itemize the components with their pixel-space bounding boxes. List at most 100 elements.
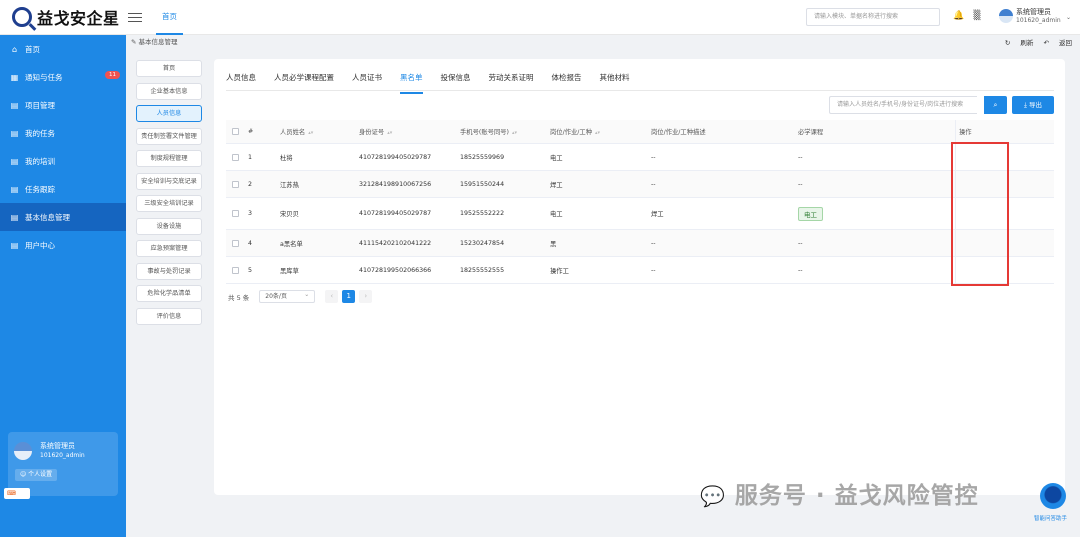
- tab-certificates[interactable]: 人员证书: [352, 69, 390, 90]
- tab-medical-report[interactable]: 体检报告: [552, 69, 590, 90]
- next-page-button[interactable]: ›: [359, 290, 373, 303]
- sidebar-item-basic-info[interactable]: ▤ 基本信息管理: [0, 203, 126, 231]
- export-label: 导出: [1028, 101, 1042, 109]
- subnav-equipment[interactable]: 设备设施: [136, 217, 202, 235]
- brand-logo[interactable]: 益戈安企星: [0, 0, 126, 35]
- cell-courses: --: [798, 239, 803, 247]
- page-button[interactable]: 1: [342, 290, 356, 303]
- subnav-accident-records[interactable]: 事故与处罚记录: [136, 262, 202, 280]
- row-checkbox[interactable]: [226, 180, 248, 188]
- blacklist-table: # 人员姓名 ▴▾ 身份证号 ▴▾ 手机号(账号同号) ▴▾ 岗位/作业/工种 ▴▾ 岗…: [226, 120, 1054, 284]
- watermark: 💬 服务号 · 益戈风险管控: [700, 476, 979, 510]
- refresh-label: 刷新: [1020, 39, 1034, 47]
- row-checkbox[interactable]: [226, 266, 248, 274]
- qrcode-icon[interactable]: ▒: [972, 11, 982, 21]
- assistant-label[interactable]: 智能问答助手: [1034, 514, 1067, 522]
- sidebar-item-my-training[interactable]: ▤ 我的培训: [0, 147, 126, 175]
- sidebar-item-notice[interactable]: ▦ 通知与任务 11: [0, 63, 126, 91]
- tab-blacklist[interactable]: 黑名单: [400, 69, 431, 94]
- cell-courses: --: [798, 180, 803, 188]
- home-icon: ⌂: [11, 44, 18, 54]
- subnav-responsibility-docs[interactable]: 责任制签署文件管理: [136, 127, 202, 145]
- prev-page-button[interactable]: ‹: [325, 290, 339, 303]
- chevron-down-icon[interactable]: ⌄: [1066, 14, 1071, 21]
- cell-job-desc: 焊工: [651, 211, 664, 218]
- subnav-company-info[interactable]: 企业基本信息: [136, 82, 202, 100]
- watermark-text: 服务号 · 益戈风险管控: [734, 483, 979, 509]
- sort-icon[interactable]: ▴▾: [595, 130, 600, 136]
- sort-icon[interactable]: ▴▾: [308, 130, 313, 136]
- sidebar-item-my-tasks[interactable]: ▤ 我的任务: [0, 119, 126, 147]
- row-checkbox[interactable]: [226, 210, 248, 217]
- export-button[interactable]: ⤓ 导出: [1012, 96, 1054, 114]
- cell-phone: 19525552222: [460, 210, 505, 217]
- bell-icon[interactable]: 🔔: [953, 11, 964, 21]
- table-row: 1 杜将 410728199405029787 18525559969 电工 -…: [226, 144, 1054, 171]
- doc-icon: ▤: [10, 156, 19, 166]
- col-job[interactable]: 岗位/作业/工种 ▴▾: [550, 127, 651, 136]
- sidebar-item-projects[interactable]: ▤ 项目管理: [0, 91, 126, 119]
- link-icon: ✎: [131, 38, 139, 46]
- cell-phone: 18255552555: [460, 266, 505, 274]
- col-actions: 操作: [955, 120, 1054, 143]
- cell-name: a黑名单: [280, 240, 303, 248]
- page-size-select[interactable]: 20条/页: [259, 289, 316, 303]
- doc-icon: ▤: [10, 128, 19, 138]
- tab-other-materials[interactable]: 其他材料: [600, 69, 638, 90]
- subnav-evaluation[interactable]: 评价信息: [136, 307, 202, 325]
- cell-courses: 电工: [798, 206, 955, 221]
- row-checkbox[interactable]: [226, 239, 248, 247]
- wechat-icon: 💬: [700, 484, 726, 508]
- sort-icon[interactable]: ▴▾: [387, 130, 392, 136]
- cell-index: 2: [248, 180, 253, 188]
- menu-toggle-icon[interactable]: [128, 10, 142, 25]
- cell-name: 江苏热: [280, 181, 299, 189]
- subnav-regulations[interactable]: 制度规程管理: [136, 150, 202, 167]
- tab-labor-proof[interactable]: 劳动关系证明: [489, 69, 542, 90]
- cell-id-number: 410728199405029787: [359, 153, 432, 161]
- tab-insurance[interactable]: 投保信息: [441, 69, 479, 90]
- subnav-hazardous-chemicals[interactable]: 危险化学品清单: [136, 285, 202, 302]
- subnav-safety-training[interactable]: 安全培训与交底记录: [136, 172, 202, 190]
- sidebar-item-task-tracking[interactable]: ▤ 任务跟踪: [0, 175, 126, 203]
- course-tag: 电工: [798, 206, 823, 221]
- tab-home[interactable]: 首页: [156, 0, 183, 35]
- personal-settings-label: 个人设置: [28, 471, 53, 478]
- subnav-personnel-info[interactable]: 人员信息: [136, 105, 202, 122]
- table-header: # 人员姓名 ▴▾ 身份证号 ▴▾ 手机号(账号同号) ▴▾ 岗位/作业/工种 ▴▾ 岗…: [226, 120, 1054, 144]
- row-checkbox[interactable]: [226, 153, 248, 161]
- breadcrumb-label: 基本信息管理: [138, 38, 178, 46]
- sidebar-user-name: 系统管理员: [40, 442, 75, 450]
- header-user-name[interactable]: 系统管理员: [1016, 7, 1051, 17]
- sidebar-item-home[interactable]: ⌂ 首页: [0, 35, 126, 63]
- avatar[interactable]: [999, 9, 1013, 23]
- sort-icon[interactable]: ▴▾: [512, 130, 517, 136]
- refresh-button[interactable]: ↻ 刷新: [1005, 39, 1034, 47]
- search-button[interactable]: ⌕: [984, 96, 1007, 114]
- table-row: 3 宋贝贝 410728199405029787 19525552222 电工 …: [226, 198, 1054, 230]
- col-phone[interactable]: 手机号(账号同号) ▴▾: [460, 127, 550, 136]
- tab-course-config[interactable]: 人员必学课程配置: [274, 69, 342, 90]
- col-id-number[interactable]: 身份证号 ▴▾: [359, 127, 460, 136]
- subnav-emergency-plans[interactable]: 应急预案管理: [136, 240, 202, 257]
- col-name[interactable]: 人员姓名 ▴▾: [280, 127, 359, 136]
- subnav-home[interactable]: 首页: [136, 60, 202, 77]
- logo-icon: [12, 7, 32, 27]
- tab-personnel-info[interactable]: 人员信息: [226, 69, 264, 90]
- cell-index: 1: [248, 153, 253, 161]
- select-all-checkbox[interactable]: [226, 128, 248, 135]
- cell-name: 黑库草: [280, 267, 299, 275]
- table-row: 4 a黑名单 411154202102041222 15230247854 黑 …: [226, 230, 1054, 257]
- back-button[interactable]: ↶ 返回: [1043, 39, 1072, 47]
- search-input[interactable]: 请输入人员姓名/手机号/身份证号/岗位进行搜索: [829, 96, 977, 114]
- col-job-label: 岗位/作业/工种: [550, 129, 593, 136]
- global-search-input[interactable]: 请输入模块、单据名称进行搜索: [806, 8, 940, 26]
- avatar[interactable]: [14, 442, 32, 460]
- notification-badge: 11: [105, 71, 120, 79]
- header-user-id: 101620_admin: [1016, 17, 1061, 24]
- subnav-three-level-training[interactable]: 三级安全培训记录: [136, 195, 202, 212]
- input-method-icon[interactable]: ⌨: [4, 488, 30, 499]
- assistant-robot-icon[interactable]: [1040, 483, 1066, 509]
- personal-settings-button[interactable]: ☺ 个人设置: [15, 469, 58, 481]
- sidebar-item-user-center[interactable]: ▤ 用户中心: [0, 231, 126, 259]
